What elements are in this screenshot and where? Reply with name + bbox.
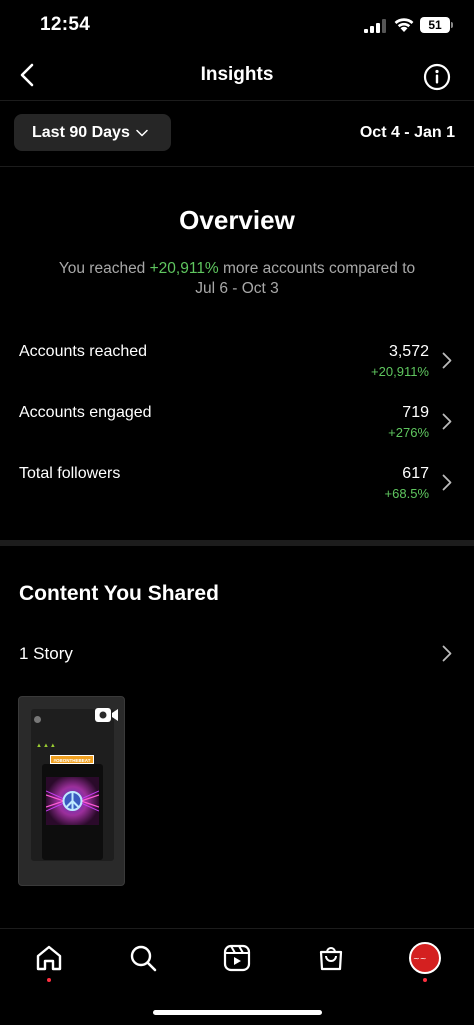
tree-emoji-icon: ▲▲▲ <box>36 743 57 749</box>
section-separator <box>0 540 474 546</box>
search-icon[interactable] <box>128 943 158 973</box>
story-preview: ▲▲▲ #OBONTHEBEAT <box>31 709 114 861</box>
summary-prefix: You reached <box>58 260 150 277</box>
battery-indicator: 51 <box>420 17 450 33</box>
metric-change: +68.5% <box>384 486 429 501</box>
chevron-down-icon <box>136 129 148 136</box>
home-icon[interactable] <box>34 943 64 973</box>
summary-comparison-range: Jul 6 - Oct 3 <box>195 280 279 297</box>
status-time: 12:54 <box>40 14 91 35</box>
chevron-right-icon <box>442 352 452 369</box>
metric-change: +276% <box>388 425 429 440</box>
home-notification-dot <box>47 978 51 982</box>
filter-divider <box>0 166 474 167</box>
metric-value: 617 <box>402 465 429 482</box>
post-artwork <box>45 777 100 825</box>
summary-suffix: more accounts compared to <box>218 260 416 277</box>
status-bar: 12:54 51 <box>0 0 474 52</box>
reels-icon[interactable] <box>222 943 252 973</box>
chevron-right-icon <box>442 645 452 662</box>
wifi-icon <box>394 18 414 32</box>
battery-cap <box>451 22 453 28</box>
video-camera-icon <box>95 708 118 722</box>
peace-sign-icon <box>45 790 100 812</box>
header-divider <box>0 100 474 101</box>
metric-value: 719 <box>402 404 429 421</box>
story-thumbnail[interactable]: ▲▲▲ #OBONTHEBEAT <box>18 696 125 886</box>
profile-avatar[interactable]: ~~ <box>409 942 441 974</box>
summary-highlight: +20,911% <box>149 260 219 277</box>
cellular-signal-icon <box>364 19 386 33</box>
metric-row-accounts-engaged[interactable]: Accounts engaged 719 +276% <box>0 404 474 448</box>
date-range: Oct 4 - Jan 1 <box>359 124 455 141</box>
story-row[interactable]: 1 Story <box>0 640 474 670</box>
story-count-label: 1 Story <box>19 644 73 663</box>
metric-label: Total followers <box>19 465 121 482</box>
profile-notification-dot <box>423 978 427 982</box>
home-indicator <box>153 1010 322 1015</box>
chevron-right-icon <box>442 413 452 430</box>
metric-row-accounts-reached[interactable]: Accounts reached 3,572 +20,911% <box>0 343 474 387</box>
metric-label: Accounts reached <box>19 343 148 360</box>
info-icon[interactable] <box>423 63 451 91</box>
shop-icon[interactable] <box>316 943 346 973</box>
date-filter-label: Last 90 Days <box>32 123 130 141</box>
date-filter-button[interactable]: Last 90 Days <box>14 114 171 151</box>
story-embedded-post <box>42 764 103 860</box>
overview-summary: You reached +20,911% more accounts compa… <box>30 259 444 299</box>
header: Insights <box>0 52 474 100</box>
chevron-right-icon <box>442 474 452 491</box>
metric-value: 3,572 <box>388 343 429 360</box>
metric-change: +20,911% <box>371 364 429 379</box>
content-shared-title: Content You Shared <box>19 582 219 605</box>
overview-title: Overview <box>179 205 295 235</box>
metric-row-total-followers[interactable]: Total followers 617 +68.5% <box>0 465 474 509</box>
metric-label: Accounts engaged <box>19 404 152 421</box>
story-hashtag-sticker: #OBONTHEBEAT <box>50 755 94 764</box>
avatar <box>34 716 41 723</box>
page-title: Insights <box>200 64 274 85</box>
avatar-logo: ~~ <box>413 954 427 963</box>
